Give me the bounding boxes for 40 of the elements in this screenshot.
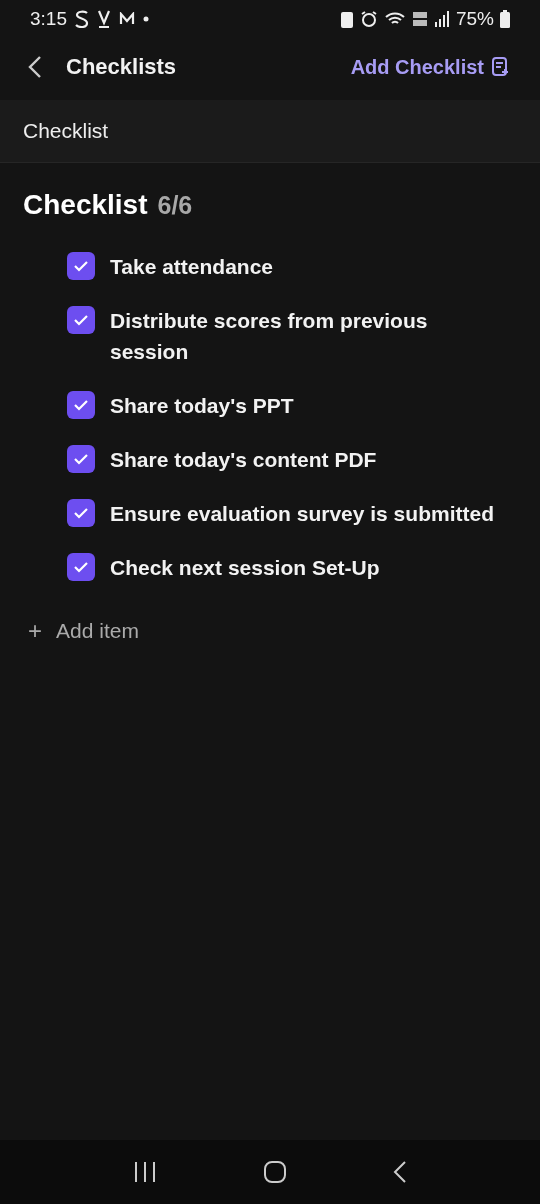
- item-text: Share today's PPT: [110, 393, 294, 419]
- check-icon: [73, 260, 89, 272]
- s-app-icon: [75, 10, 89, 28]
- checkbox[interactable]: [67, 445, 95, 473]
- signal-icon: [433, 10, 450, 28]
- check-icon: [73, 314, 89, 326]
- item-text: Check next session Set-Up: [110, 555, 380, 581]
- checklist-title: Checklist: [23, 189, 148, 221]
- battery-icon: [500, 10, 510, 28]
- checkbox[interactable]: [67, 391, 95, 419]
- item-text: Distribute scores from previous session: [110, 308, 429, 365]
- item-text: Share today's content PDF: [110, 447, 377, 473]
- back-icon[interactable]: [28, 55, 42, 79]
- checklist-count: 6/6: [157, 191, 193, 220]
- check-icon: [73, 507, 89, 519]
- home-icon[interactable]: [263, 1160, 287, 1184]
- mail-app-icon: [119, 12, 135, 26]
- recent-apps-icon[interactable]: [133, 1161, 157, 1183]
- page-title: Checklists: [66, 54, 177, 80]
- document-plus-icon: [492, 57, 510, 77]
- item-text: Take attendance: [110, 254, 273, 280]
- alarm-icon: [359, 10, 378, 28]
- item-text: Ensure evaluation survey is submitted: [110, 501, 494, 527]
- notification-dot-icon: [143, 16, 149, 22]
- add-item-link[interactable]: Add item: [56, 619, 139, 643]
- battery-percent: 75%: [455, 8, 494, 30]
- add-checklist-button[interactable]: Add Checklist: [350, 55, 510, 79]
- checkbox[interactable]: [67, 553, 95, 581]
- status-time: 3:15: [30, 8, 67, 30]
- check-icon: [73, 453, 89, 465]
- plus-icon[interactable]: +: [28, 617, 42, 645]
- checkbox[interactable]: [67, 252, 95, 280]
- v-app-icon: [97, 10, 111, 28]
- battery-saver-icon: [339, 10, 354, 28]
- section-label: Checklist: [23, 119, 109, 143]
- checkbox[interactable]: [67, 306, 95, 334]
- back-nav-icon[interactable]: [393, 1160, 407, 1184]
- checkbox[interactable]: [67, 499, 95, 527]
- check-icon: [73, 399, 89, 411]
- check-icon: [73, 561, 89, 573]
